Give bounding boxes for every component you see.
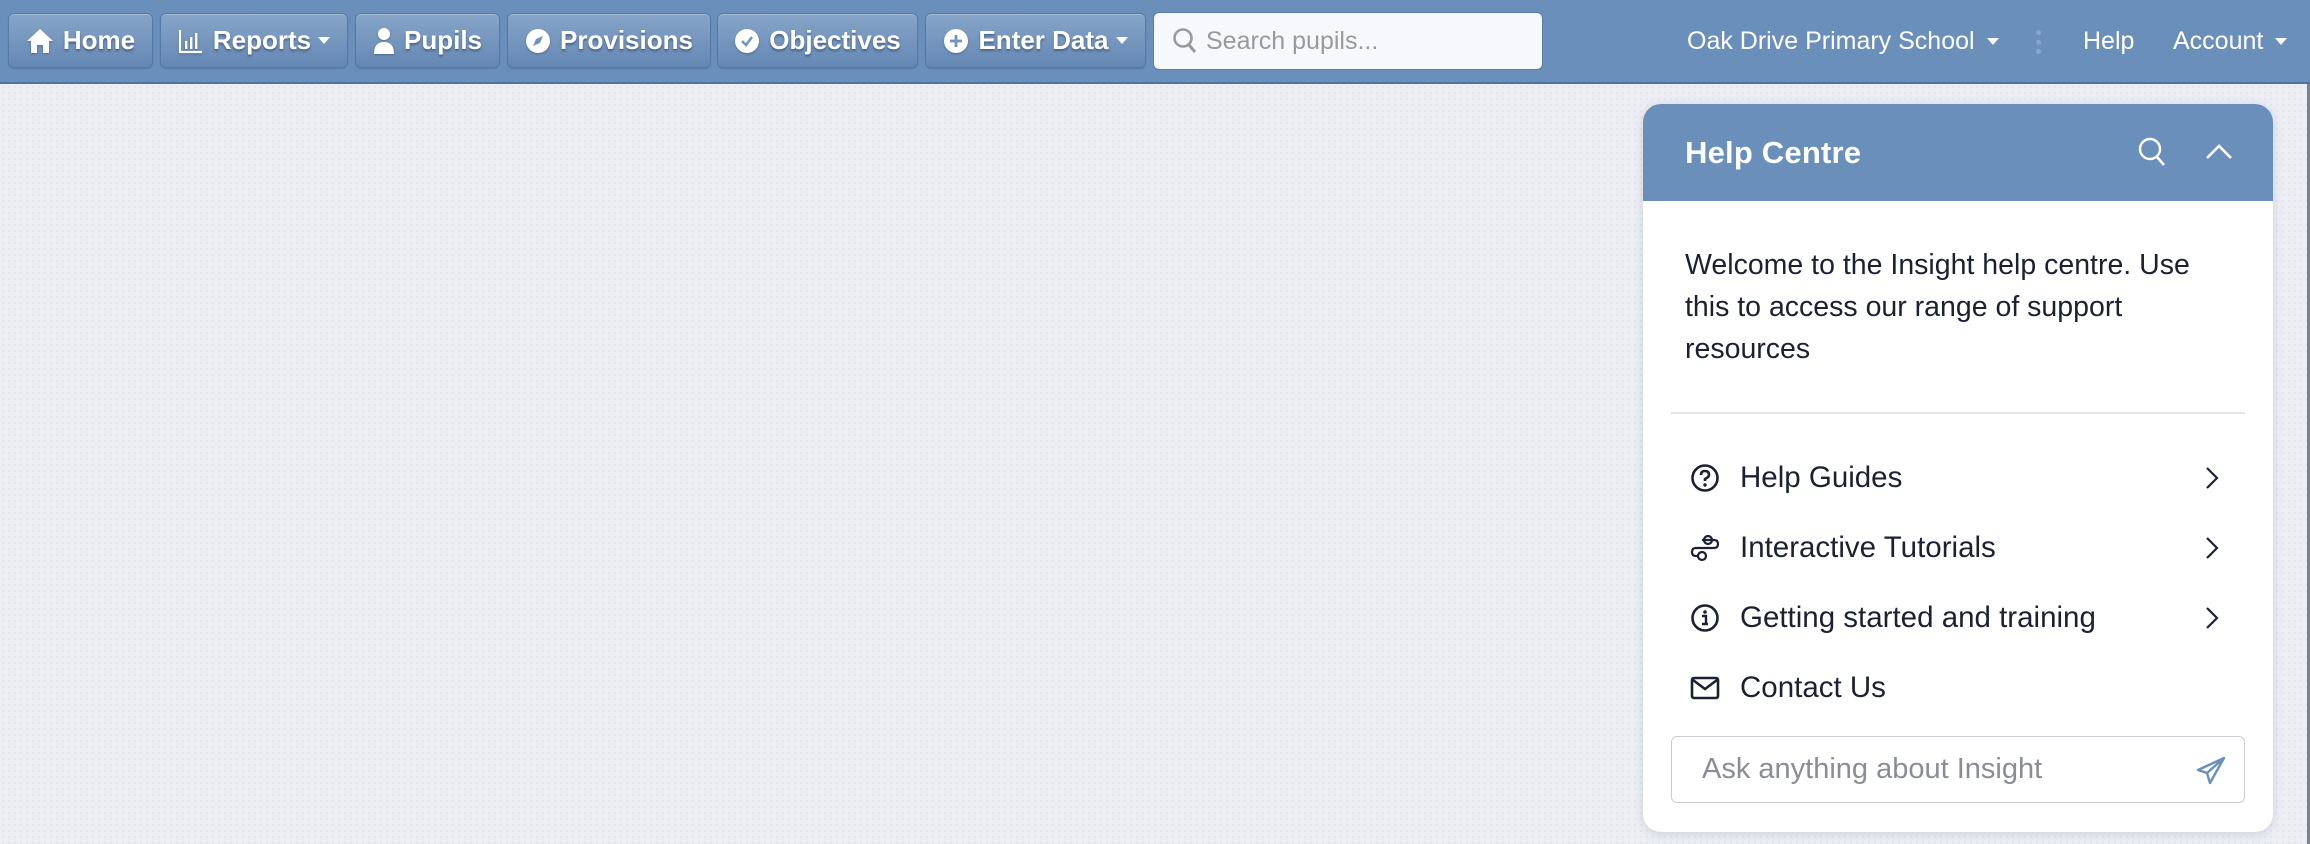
route-icon — [1690, 534, 1720, 562]
top-navbar: Home Reports Pupils Provisions Objective… — [0, 0, 2310, 84]
help-centre-panel: Help Centre Welcome to the Insight help … — [1643, 104, 2273, 832]
nav-reports-button[interactable]: Reports — [160, 13, 348, 68]
nav-reports-label: Reports — [212, 25, 312, 55]
help-item-label: Help Guides — [1740, 461, 1903, 494]
chevron-right-icon — [2206, 607, 2219, 629]
help-item-label: Contact Us — [1740, 671, 1886, 704]
send-button[interactable] — [2196, 756, 2226, 790]
help-link-label: Help — [2083, 26, 2135, 55]
collapse-button[interactable] — [2205, 142, 2233, 164]
ask-insight-input[interactable] — [1700, 752, 2174, 787]
plus-circle-icon — [944, 28, 969, 53]
account-label: Account — [2173, 26, 2264, 55]
help-item-getting-started[interactable]: Getting started and training — [1671, 588, 2245, 648]
chevron-right-icon — [2206, 467, 2219, 489]
bar-chart-icon — [178, 29, 202, 53]
nav-provisions-button[interactable]: Provisions — [507, 13, 711, 68]
ask-insight-box[interactable] — [1671, 736, 2245, 803]
separator-dots — [2035, 30, 2041, 54]
nav-objectives-label: Objectives — [769, 25, 901, 55]
help-centre-title: Help Centre — [1685, 134, 1862, 170]
chevron-down-icon — [318, 37, 331, 44]
school-selector[interactable]: Oak Drive Primary School — [1687, 0, 1999, 82]
help-search-button[interactable] — [2137, 136, 2167, 172]
divider — [1671, 412, 2245, 414]
chevron-down-icon — [2275, 37, 2288, 45]
chevron-down-icon — [1115, 37, 1128, 44]
home-icon — [26, 28, 53, 53]
account-menu[interactable]: Account — [2173, 0, 2288, 82]
question-circle-icon — [1691, 464, 1719, 492]
help-item-help-guides[interactable]: Help Guides — [1671, 448, 2245, 508]
nav-objectives-button[interactable]: Objectives — [717, 13, 918, 68]
nav-enter-data-button[interactable]: Enter Data — [925, 13, 1146, 68]
nav-pupils-button[interactable]: Pupils — [355, 13, 500, 68]
help-link[interactable]: Help — [2083, 0, 2134, 82]
check-circle-icon — [735, 28, 760, 53]
help-item-label: Interactive Tutorials — [1740, 531, 1996, 564]
user-icon — [373, 27, 394, 54]
help-item-interactive-tutorials[interactable]: Interactive Tutorials — [1671, 518, 2245, 578]
help-item-contact-us[interactable]: Contact Us — [1671, 658, 2245, 718]
nav-provisions-label: Provisions — [560, 25, 693, 55]
chevron-up-icon — [2206, 144, 2232, 159]
nav-pupils-label: Pupils — [403, 25, 482, 55]
pupil-search-box[interactable] — [1153, 12, 1543, 70]
paper-plane-icon — [2196, 756, 2226, 785]
nav-home-button[interactable]: Home — [8, 13, 153, 68]
help-item-label: Getting started and training — [1740, 601, 2096, 634]
nav-home-label: Home — [62, 25, 136, 55]
pupil-search-input[interactable] — [1204, 25, 1528, 57]
envelope-icon — [1690, 676, 1720, 700]
chevron-right-icon — [2206, 537, 2219, 559]
help-centre-header: Help Centre — [1643, 104, 2273, 201]
search-icon — [2138, 137, 2165, 166]
info-circle-icon — [1691, 604, 1719, 632]
compass-icon — [526, 28, 551, 53]
search-icon — [1173, 28, 1197, 53]
school-name: Oak Drive Primary School — [1687, 26, 1975, 55]
chevron-down-icon — [1986, 37, 1999, 45]
welcome-text: Welcome to the Insight help centre. Use … — [1685, 249, 2190, 365]
nav-enter-data-label: Enter Data — [978, 25, 1109, 55]
